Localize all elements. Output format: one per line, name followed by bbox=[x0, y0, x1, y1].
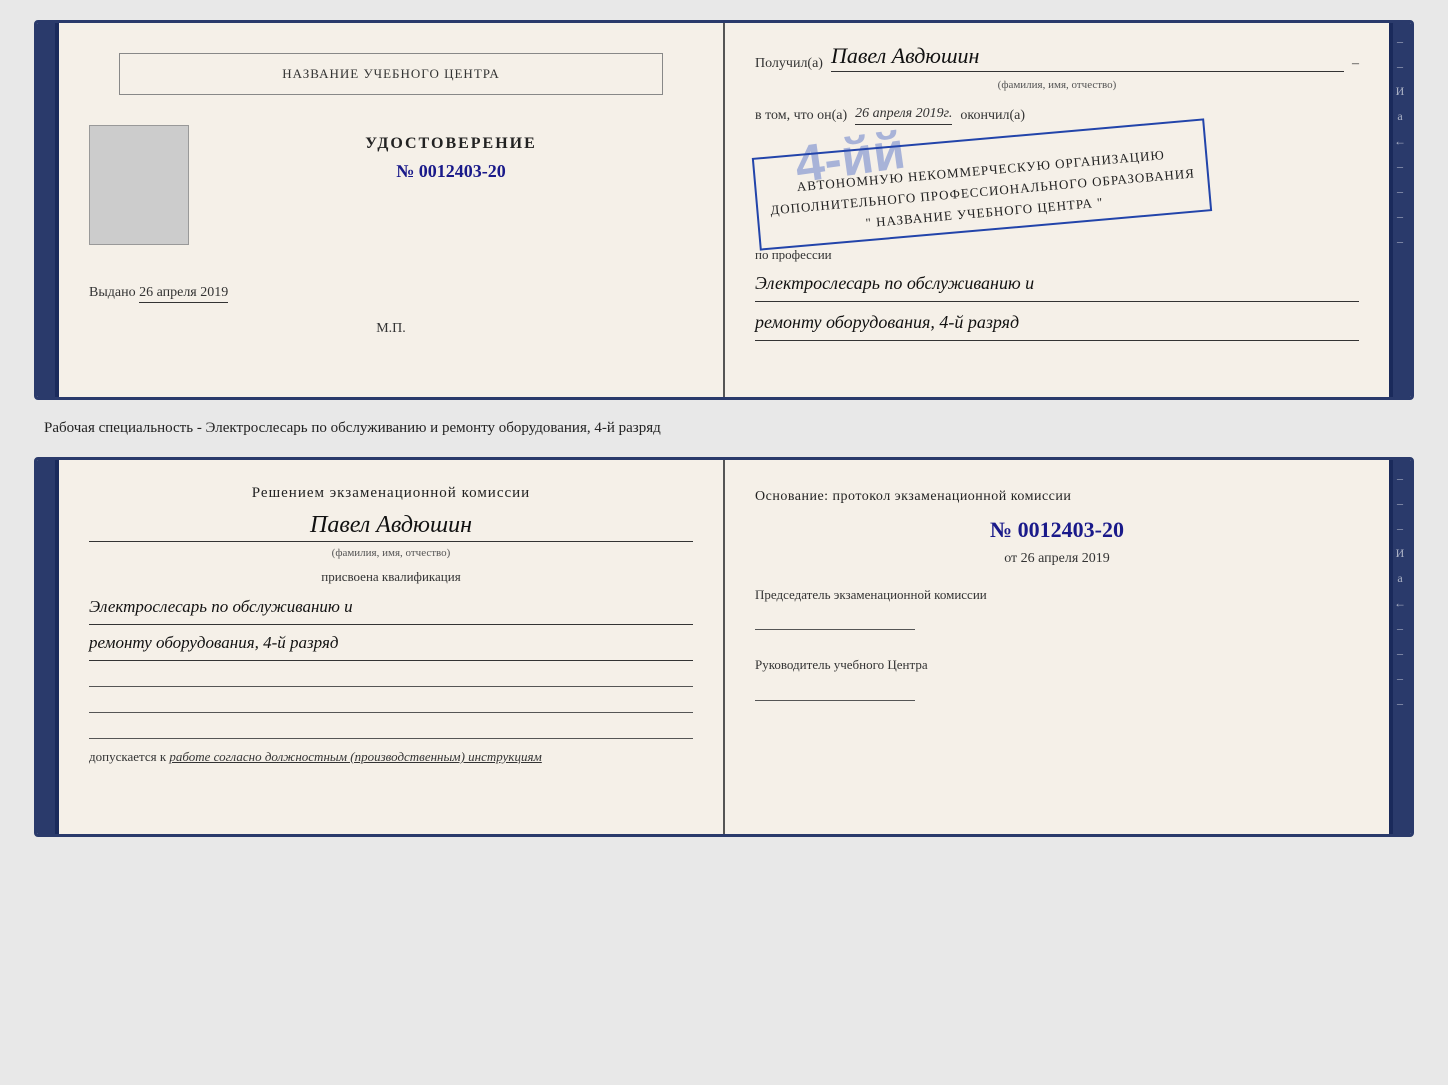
spine-left bbox=[37, 23, 59, 397]
bottom-doc-right: Основание: протокол экзаменационной коми… bbox=[725, 460, 1389, 834]
director-block: Руководитель учебного Центра bbox=[755, 655, 1359, 701]
spine-left-bottom bbox=[37, 460, 59, 834]
issued-date: 26 апреля 2019 bbox=[139, 285, 228, 303]
chairman-sig-line bbox=[755, 612, 915, 630]
chairman-label: Председатель экзаменационной комиссии bbox=[755, 587, 987, 602]
recipient-sub-label: (фамилия, имя, отчество) bbox=[755, 79, 1359, 91]
document-container: НАЗВАНИЕ УЧЕБНОГО ЦЕНТРА УДОСТОВЕРЕНИЕ №… bbox=[20, 20, 1428, 837]
cert-title: УДОСТОВЕРЕНИЕ bbox=[209, 135, 693, 153]
person-name: Павел Авдюшин bbox=[89, 512, 693, 542]
profession-section: по профессии Электрослесарь по обслужива… bbox=[755, 247, 1359, 340]
director-sig-line bbox=[755, 683, 915, 701]
blank-line-1 bbox=[89, 669, 693, 687]
vtom-label: в том, что он(a) bbox=[755, 108, 847, 124]
recipient-label: Получил(a) bbox=[755, 56, 823, 72]
osnование-block: Основание: протокол экзаменационной коми… bbox=[755, 485, 1359, 509]
cert-center: УДОСТОВЕРЕНИЕ № 0012403-20 bbox=[89, 125, 693, 245]
top-doc-left: НАЗВАНИЕ УЧЕБНОГО ЦЕНТРА УДОСТОВЕРЕНИЕ №… bbox=[59, 23, 725, 397]
school-name-box: НАЗВАНИЕ УЧЕБНОГО ЦЕНТРА bbox=[119, 53, 663, 95]
qual-line1: Электрослесарь по обслуживанию и bbox=[89, 593, 693, 625]
cert-info: УДОСТОВЕРЕНИЕ № 0012403-20 bbox=[209, 125, 693, 182]
chairman-block: Председатель экзаменационной комиссии bbox=[755, 585, 1359, 631]
blank-line-2 bbox=[89, 695, 693, 713]
assigned-label: присвоена квалификация bbox=[89, 569, 693, 585]
issued-label: Выдано bbox=[89, 285, 136, 300]
recipient-line: Получил(a) Павел Авдюшин – bbox=[755, 43, 1359, 72]
photo-placeholder bbox=[89, 125, 189, 245]
profession-line1: Электрослесарь по обслуживанию и bbox=[755, 268, 1359, 302]
top-doc-right: Получил(a) Павел Авдюшин – (фамилия, имя… bbox=[725, 23, 1389, 397]
допускается-label: допускается к bbox=[89, 749, 166, 764]
date-value: 26 апреля 2019 bbox=[1021, 551, 1110, 566]
right-side-deco-bottom: – – – И а ← – – – – bbox=[1389, 460, 1411, 834]
cert-number: № 0012403-20 bbox=[209, 161, 693, 182]
mp-label: М.П. bbox=[376, 321, 406, 337]
bottom-doc-left: Решением экзаменационной комиссии Павел … bbox=[59, 460, 725, 834]
middle-text: Рабочая специальность - Электрослесарь п… bbox=[34, 412, 1414, 445]
date-label: от bbox=[1004, 551, 1017, 566]
commission-title: Решением экзаменационной комиссии bbox=[89, 485, 693, 502]
recipient-name: Павел Авдюшин bbox=[831, 43, 1344, 72]
protocol-number: № 0012403-20 bbox=[755, 517, 1359, 543]
person-sub-label: (фамилия, имя, отчество) bbox=[89, 547, 693, 559]
issued-line: Выдано 26 апреля 2019 bbox=[89, 275, 693, 301]
qual-line2: ремонту оборудования, 4-й разряд bbox=[89, 629, 693, 661]
допускается-line: допускается к работе согласно должностны… bbox=[89, 749, 693, 765]
top-document: НАЗВАНИЕ УЧЕБНОГО ЦЕНТРА УДОСТОВЕРЕНИЕ №… bbox=[34, 20, 1414, 400]
допускается-text: работе согласно должностным (производств… bbox=[169, 749, 541, 764]
date-line: от 26 апреля 2019 bbox=[755, 551, 1359, 567]
blank-line-3 bbox=[89, 721, 693, 739]
profession-line2: ремонту оборудования, 4-й разряд bbox=[755, 307, 1359, 341]
bottom-document: Решением экзаменационной комиссии Павел … bbox=[34, 457, 1414, 837]
right-side-deco-top: – – И а ← – – – – bbox=[1389, 23, 1411, 397]
director-label: Руководитель учебного Центра bbox=[755, 657, 928, 672]
okonchil-label: окончил(a) bbox=[960, 108, 1025, 124]
vtom-date: 26 апреля 2019г. bbox=[855, 106, 952, 125]
vtom-line: в том, что он(a) 26 апреля 2019г. окончи… bbox=[755, 106, 1359, 125]
